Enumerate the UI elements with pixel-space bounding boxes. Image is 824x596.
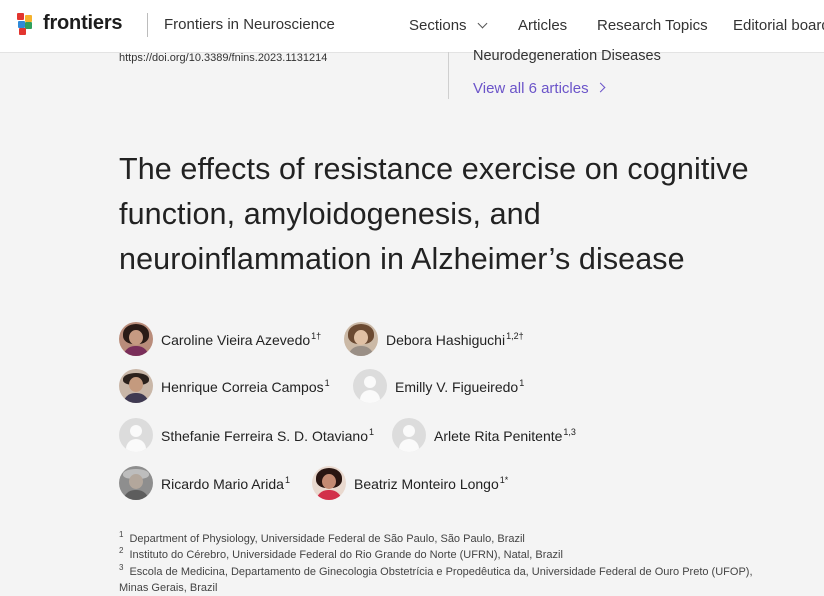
author-name: Henrique Correia Campos1 — [161, 377, 330, 395]
nav-sections[interactable]: Sections — [409, 17, 487, 34]
author-item[interactable]: Debora Hashiguchi1,2† — [344, 322, 524, 356]
brand-name[interactable]: frontiers — [43, 12, 123, 35]
nav-research-topics[interactable]: Research Topics — [597, 17, 708, 34]
author-avatar — [312, 466, 346, 500]
author-item[interactable]: Caroline Vieira Azevedo1† — [119, 322, 321, 356]
view-all-articles-link[interactable]: View all 6 articles — [473, 80, 606, 97]
author-name: Arlete Rita Penitente1,3 — [434, 426, 576, 444]
author-name: Debora Hashiguchi1,2† — [386, 330, 524, 348]
header-divider — [147, 13, 148, 37]
author-name: Sthefanie Ferreira S. D. Otaviano1 — [161, 426, 375, 444]
site-header: frontiers Frontiers in Neuroscience Sect… — [0, 0, 824, 53]
author-name: Emilly V. Figueiredo1 — [395, 377, 525, 395]
author-avatar — [119, 322, 153, 356]
avatar-placeholder-icon — [392, 418, 426, 452]
section-divider — [448, 52, 449, 99]
author-item[interactable]: Ricardo Mario Arida1 — [119, 466, 290, 500]
author-item[interactable]: Sthefanie Ferreira S. D. Otaviano1 — [119, 418, 374, 452]
avatar-placeholder-icon — [119, 418, 153, 452]
author-avatar — [119, 466, 153, 500]
author-item[interactable]: Emilly V. Figueiredo1 — [353, 369, 524, 403]
author-name: Caroline Vieira Azevedo1† — [161, 330, 322, 348]
author-item[interactable]: Henrique Correia Campos1 — [119, 369, 330, 403]
nav-sections-label: Sections — [409, 17, 467, 34]
journal-name[interactable]: Frontiers in Neuroscience — [164, 16, 335, 33]
author-name: Beatriz Monteiro Longo1* — [354, 474, 509, 492]
nav-editorial-board[interactable]: Editorial board — [733, 17, 824, 34]
author-avatar — [119, 369, 153, 403]
research-topic-name[interactable]: Neurodegeneration Diseases — [473, 48, 661, 64]
doi-link[interactable]: https://doi.org/10.3389/fnins.2023.11312… — [119, 52, 327, 64]
author-item[interactable]: Beatriz Monteiro Longo1* — [312, 466, 508, 500]
chevron-down-icon — [477, 18, 487, 29]
frontiers-logo-icon[interactable] — [17, 13, 39, 35]
chevron-right-icon — [595, 82, 606, 93]
author-avatar — [344, 322, 378, 356]
article-title: The effects of resistance exercise on co… — [119, 152, 749, 276]
author-name: Ricardo Mario Arida1 — [161, 474, 290, 492]
author-item[interactable]: Arlete Rita Penitente1,3 — [392, 418, 576, 452]
affiliation-item: 3 Escola de Medicina, Departamento de Gin… — [119, 563, 753, 594]
nav-articles[interactable]: Articles — [518, 17, 567, 34]
avatar-placeholder-icon — [353, 369, 387, 403]
view-all-label: View all 6 articles — [473, 80, 589, 97]
